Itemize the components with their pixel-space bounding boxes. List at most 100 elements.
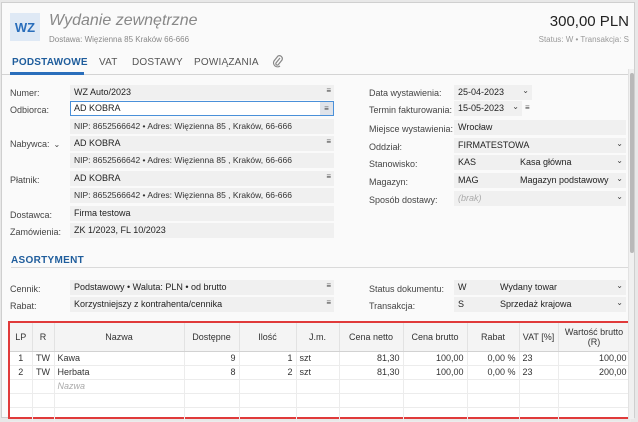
scrollbar-thumb[interactable] <box>630 73 634 253</box>
cell-vat[interactable]: 23 <box>519 351 559 366</box>
numer-field[interactable]: WZ Auto/2023 ≡ <box>70 85 334 100</box>
termin-fakturowania-label: Termin fakturowania: <box>369 105 453 115</box>
odbiorca-label: Odbiorca: <box>10 105 50 115</box>
cell-wartosc-brutto[interactable]: 100,00 <box>558 351 631 366</box>
table-row[interactable]: 2 TW Herbata 8 2 szt 81,30 100,00 0,00 %… <box>10 365 631 380</box>
transakcja-field[interactable]: S Sprzedaż krajowa ⌄ <box>454 297 626 312</box>
stanowisko-label: Stanowisko: <box>369 159 418 169</box>
menu-icon[interactable]: ≡ <box>326 86 331 95</box>
new-item-name-input[interactable]: Nazwa <box>54 379 185 394</box>
cell-rabat[interactable]: 0,00 % <box>467 365 520 380</box>
numer-value: WZ Auto/2023 <box>74 87 132 97</box>
dostawca-field[interactable]: Firma testowa <box>70 206 334 221</box>
status-dokumentu-field[interactable]: W Wydany towar ⌄ <box>454 280 626 295</box>
cell-nazwa[interactable]: Kawa <box>54 351 185 366</box>
data-wystawienia-field[interactable]: 25-04-2023 ⌄ <box>454 85 532 100</box>
chevron-down-icon[interactable]: ⌄ <box>616 298 623 307</box>
zamowienia-field[interactable]: ZK 1/2023, FL 10/2023 <box>70 223 334 238</box>
cell-rabat[interactable]: 0,00 % <box>467 351 520 366</box>
grid-header-row: LP R Nazwa Dostępne Ilość J.m. Cena nett… <box>10 323 631 352</box>
odbiorca-info: NIP: 8652566642 • Adres: Więzienna 85 , … <box>70 119 334 134</box>
sposob-dostawy-field[interactable]: (brak) ⌄ <box>454 191 626 206</box>
cell-cena-brutto[interactable]: 100,00 <box>403 365 468 380</box>
oddzial-value: FIRMATESTOWA <box>458 140 530 150</box>
col-header-lp[interactable]: LP <box>10 323 33 352</box>
col-header-cena-brutto[interactable]: Cena brutto <box>403 323 468 352</box>
cell-cena-netto[interactable]: 81,30 <box>339 351 404 366</box>
cell-cena-netto[interactable]: 81,30 <box>339 365 404 380</box>
platnik-field[interactable]: AD KOBRA ≡ <box>70 171 334 186</box>
menu-icon[interactable]: ≡ <box>326 172 331 181</box>
tab-powiazania[interactable]: POWIĄZANIA <box>194 57 259 68</box>
miejsce-wystawienia-label: Miejsce wystawienia: <box>369 124 454 134</box>
col-header-nazwa[interactable]: Nazwa <box>54 323 185 352</box>
odbiorca-field[interactable]: AD KOBRA ≡ <box>70 101 334 116</box>
tab-vat[interactable]: VAT <box>99 57 118 68</box>
cell-jm[interactable]: szt <box>296 365 340 380</box>
status-name: Wydany towar <box>500 282 557 292</box>
chevron-down-icon[interactable]: ⌄ <box>616 174 623 183</box>
cell-nazwa[interactable]: Herbata <box>54 365 185 380</box>
platnik-value: AD KOBRA <box>74 173 121 183</box>
col-header-jm[interactable]: J.m. <box>296 323 340 352</box>
col-header-rabat[interactable]: Rabat <box>467 323 520 352</box>
menu-icon[interactable]: ≡ <box>320 102 333 115</box>
menu-icon[interactable]: ≡ <box>326 137 331 146</box>
col-header-wartosc-brutto[interactable]: Wartość brutto (R) <box>558 323 631 352</box>
new-row[interactable]: Nazwa <box>10 379 631 394</box>
rabat-field[interactable]: Korzystniejszy z kontrahenta/cennika ≡ <box>70 297 334 312</box>
data-wystawienia-label: Data wystawienia: <box>369 88 442 98</box>
chevron-down-icon[interactable]: ⌄ <box>616 192 623 201</box>
tab-podstawowe[interactable]: PODSTAWOWE <box>12 57 88 68</box>
cell-vat[interactable]: 23 <box>519 365 559 380</box>
chevron-down-icon[interactable]: ⌄ <box>616 281 623 290</box>
empty-row <box>10 393 631 408</box>
document-total: 300,00 PLN <box>549 13 629 30</box>
chevron-down-icon: ⌄ <box>53 140 61 149</box>
chevron-down-icon[interactable]: ⌄ <box>512 102 519 111</box>
oddzial-field[interactable]: FIRMATESTOWA ⌄ <box>454 138 626 153</box>
col-header-vat[interactable]: VAT [%] <box>519 323 559 352</box>
col-header-dostepne[interactable]: Dostępne <box>184 323 240 352</box>
col-header-cena-netto[interactable]: Cena netto <box>339 323 404 352</box>
status-code: W <box>458 282 467 292</box>
chevron-down-icon[interactable]: ⌄ <box>522 86 529 95</box>
menu-icon[interactable]: ≡ <box>326 298 331 307</box>
cell-ilosc[interactable]: 2 <box>239 365 297 380</box>
vertical-scrollbar[interactable] <box>628 69 634 419</box>
delivery-address: Dostawa: Więzienna 85 Kraków 66-666 <box>49 35 190 44</box>
stanowisko-field[interactable]: KAS Kasa główna ⌄ <box>454 155 626 170</box>
col-header-r[interactable]: R <box>32 323 55 352</box>
chevron-down-icon[interactable]: ⌄ <box>616 139 623 148</box>
rabat-label: Rabat: <box>10 301 37 311</box>
cell-dostepne: 9 <box>184 351 240 366</box>
status-dokumentu-label: Status dokumentu: <box>369 284 445 294</box>
cell-cena-brutto[interactable]: 100,00 <box>403 351 468 366</box>
nabywca-label: Nabywca: <box>10 139 50 149</box>
sposob-dostawy-placeholder: (brak) <box>458 193 482 203</box>
document-title: Wydanie zewnętrzne <box>49 12 198 29</box>
tab-dostawy[interactable]: DOSTAWY <box>132 57 183 68</box>
cell-ilosc[interactable]: 1 <box>239 351 297 366</box>
cell-wartosc-brutto[interactable]: 200,00 <box>558 365 631 380</box>
document-type-badge: WZ <box>10 13 40 41</box>
cell-jm[interactable]: szt <box>296 351 340 366</box>
nabywca-selector[interactable]: Nabywca: ⌄ <box>10 139 60 149</box>
menu-icon[interactable]: ≡ <box>525 103 530 112</box>
menu-icon[interactable]: ≡ <box>326 281 331 290</box>
col-header-ilosc[interactable]: Ilość <box>239 323 297 352</box>
termin-fakturowania-field[interactable]: 15-05-2023 ⌄ <box>454 101 522 116</box>
cell-r <box>32 379 55 394</box>
oddzial-label: Oddział: <box>369 142 403 152</box>
dostawca-label: Dostawca: <box>10 210 53 220</box>
paperclip-icon[interactable] <box>272 55 284 72</box>
chevron-down-icon[interactable]: ⌄ <box>616 156 623 165</box>
miejsce-wystawienia-field[interactable]: Wrocław <box>454 120 626 135</box>
cell-lp <box>10 379 33 394</box>
nabywca-field[interactable]: AD KOBRA ≡ <box>70 136 334 151</box>
table-row[interactable]: 1 TW Kawa 9 1 szt 81,30 100,00 0,00 % 23… <box>10 351 631 366</box>
cell-r: TW <box>32 351 55 366</box>
cennik-field[interactable]: Podstawowy • Waluta: PLN • od brutto ≡ <box>70 280 334 295</box>
magazyn-field[interactable]: MAG Magazyn podstawowy ⌄ <box>454 173 626 188</box>
magazyn-code: MAG <box>458 175 479 185</box>
